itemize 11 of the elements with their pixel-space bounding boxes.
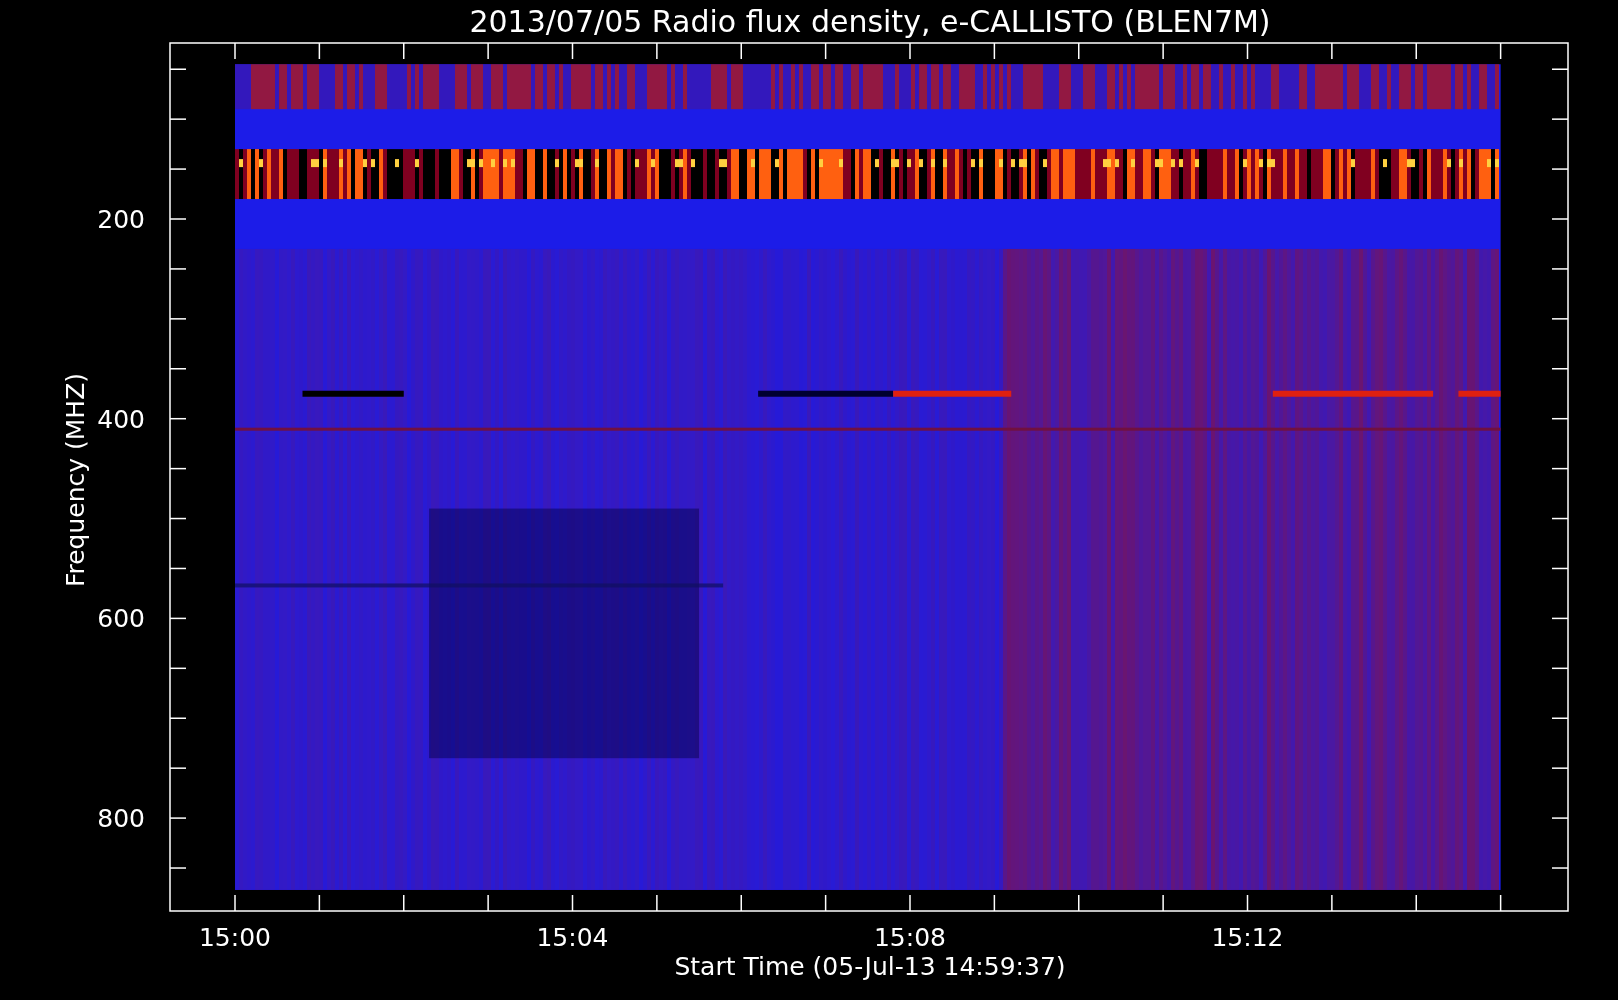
axis-tick-label: 15:08 bbox=[874, 923, 946, 952]
axis-tick-label: 400 bbox=[97, 404, 145, 434]
axis-tick-label: 600 bbox=[97, 604, 145, 634]
axis-tick-label: 15:00 bbox=[199, 923, 271, 952]
chart-title: 2013/07/05 Radio flux density, e-CALLISTO (BLEN7M) bbox=[469, 4, 1271, 39]
axis-tick-label: 15:12 bbox=[1211, 923, 1284, 952]
axis-title: Frequency (MHZ) bbox=[61, 372, 90, 588]
axis-tick-label: 800 bbox=[97, 804, 145, 834]
axis-tick-label: 15:04 bbox=[536, 923, 609, 952]
axis-title: Start Time (05-Jul-13 14:59:37) bbox=[674, 952, 1066, 981]
axis-tick-label: 200 bbox=[97, 205, 145, 234]
